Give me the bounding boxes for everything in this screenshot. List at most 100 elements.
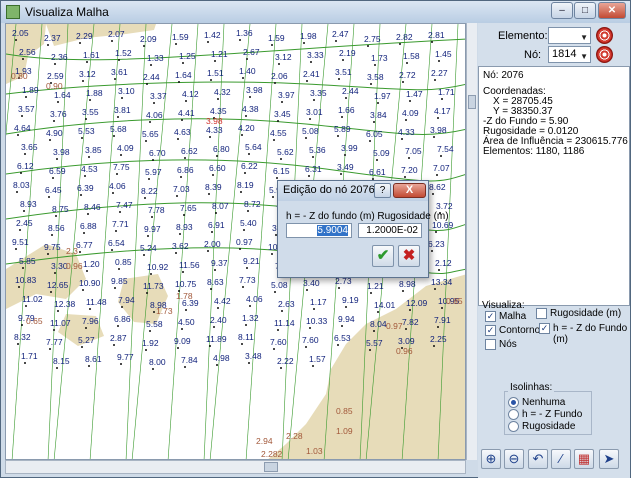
mesh-node[interactable] <box>153 102 155 104</box>
mesh-node[interactable] <box>341 116 343 118</box>
malha-checkbox[interactable]: ✓ <box>485 311 496 322</box>
mesh-node[interactable] <box>243 229 245 231</box>
mesh-node[interactable] <box>402 81 404 83</box>
mesh-node[interactable] <box>50 291 52 293</box>
mesh-node[interactable] <box>21 324 23 326</box>
mesh-node[interactable] <box>273 139 275 141</box>
contornos-checkbox[interactable]: ✓ <box>485 325 496 336</box>
mesh-node[interactable] <box>239 39 241 41</box>
mesh-node[interactable] <box>433 345 435 347</box>
mesh-node[interactable] <box>57 101 59 103</box>
mesh-node[interactable] <box>57 310 59 312</box>
mesh-node[interactable] <box>179 233 181 235</box>
locate-element-icon[interactable] <box>596 27 613 44</box>
mesh-node[interactable] <box>83 232 85 234</box>
export-icon[interactable]: ➤ <box>599 449 619 469</box>
mesh-node[interactable] <box>147 235 149 237</box>
dialog-close-button[interactable]: X <box>393 183 426 198</box>
mesh-node[interactable] <box>54 272 56 274</box>
mesh-node[interactable] <box>85 327 87 329</box>
mesh-node[interactable] <box>308 175 310 177</box>
mesh-node[interactable] <box>246 267 248 269</box>
mesh-node[interactable] <box>374 64 376 66</box>
mesh-node[interactable] <box>22 58 24 60</box>
mesh-node[interactable] <box>120 154 122 156</box>
mesh-node[interactable] <box>437 117 439 119</box>
mesh-node[interactable] <box>15 39 17 41</box>
mesh-node[interactable] <box>47 44 49 46</box>
mesh-node[interactable] <box>89 308 91 310</box>
mesh-node[interactable] <box>24 153 26 155</box>
mesh-node[interactable] <box>434 79 436 81</box>
mesh-node[interactable] <box>345 97 347 99</box>
mesh-node[interactable] <box>213 326 215 328</box>
mesh-node[interactable] <box>376 159 378 161</box>
mesh-node[interactable] <box>81 137 83 139</box>
mesh-node[interactable] <box>15 248 17 250</box>
draw-line-icon[interactable]: ∕ <box>551 449 571 469</box>
mesh-node[interactable] <box>249 305 251 307</box>
mesh-node[interactable] <box>312 156 314 158</box>
mesh-node[interactable] <box>271 253 273 255</box>
mesh-node[interactable] <box>185 100 187 102</box>
mesh-node[interactable] <box>241 134 243 136</box>
mesh-node[interactable] <box>280 367 282 369</box>
mesh-node[interactable] <box>88 365 90 367</box>
mesh-node[interactable] <box>276 177 278 179</box>
mesh-node[interactable] <box>248 153 250 155</box>
mesh-node[interactable] <box>408 157 410 159</box>
zoom-out-icon[interactable]: ⊖ <box>504 449 524 469</box>
mesh-node[interactable] <box>152 159 154 161</box>
mesh-node[interactable] <box>184 366 186 368</box>
mesh-node[interactable] <box>183 214 185 216</box>
mesh-node[interactable] <box>405 119 407 121</box>
mesh-node[interactable] <box>150 64 152 66</box>
mesh-node[interactable] <box>209 136 211 138</box>
mesh-node[interactable] <box>373 121 375 123</box>
mesh-node[interactable] <box>48 196 50 198</box>
mesh-node[interactable] <box>338 287 340 289</box>
isolinhas-nenhuma-radio[interactable] <box>508 397 519 408</box>
mesh-node[interactable] <box>149 330 151 332</box>
isolinhas-rugosidade-radio[interactable] <box>508 421 519 432</box>
mesh-node[interactable] <box>239 248 241 250</box>
mesh-node[interactable] <box>25 96 27 98</box>
rugosidade-checkbox[interactable] <box>536 308 547 319</box>
mesh-node[interactable] <box>345 306 347 308</box>
mesh-node[interactable] <box>86 61 88 63</box>
nos-checkbox[interactable] <box>485 339 496 350</box>
mesh-node[interactable] <box>240 191 242 193</box>
mesh-node[interactable] <box>313 308 315 310</box>
mesh-node[interactable] <box>214 269 216 271</box>
mesh-node[interactable] <box>335 40 337 42</box>
mesh-node[interactable] <box>338 78 340 80</box>
ok-check-icon[interactable]: ✔ <box>372 245 394 267</box>
mesh-node[interactable] <box>23 210 25 212</box>
mesh-node[interactable] <box>55 215 57 217</box>
mesh-node[interactable] <box>153 311 155 313</box>
mesh-node[interactable] <box>145 140 147 142</box>
mesh-node[interactable] <box>245 115 247 117</box>
dialog-title-bar[interactable]: Edição do nó 2076 ? X <box>278 181 428 201</box>
mesh-node[interactable] <box>209 345 211 347</box>
mesh-node[interactable] <box>215 212 217 214</box>
mesh-node[interactable] <box>370 83 372 85</box>
mesh-node[interactable] <box>116 173 118 175</box>
mesh-node[interactable] <box>431 41 433 43</box>
mesh-node[interactable] <box>272 196 274 198</box>
isolinhas-hz-radio[interactable] <box>508 409 519 420</box>
locate-node-icon[interactable] <box>596 46 613 63</box>
mesh-node[interactable] <box>49 348 51 350</box>
mesh-node[interactable] <box>207 41 209 43</box>
mesh-node[interactable] <box>337 344 339 346</box>
mesh-node[interactable] <box>309 118 311 120</box>
mesh-node[interactable] <box>377 311 379 313</box>
mesh-node[interactable] <box>182 62 184 64</box>
h-z-checkbox[interactable]: ✓ <box>539 323 550 334</box>
mesh-node[interactable] <box>440 155 442 157</box>
vertical-scroll-thumb[interactable] <box>468 95 476 109</box>
mesh-node[interactable] <box>146 83 148 85</box>
mesh-node[interactable] <box>16 191 18 193</box>
mesh-node[interactable] <box>51 234 53 236</box>
mesh-node[interactable] <box>208 193 210 195</box>
